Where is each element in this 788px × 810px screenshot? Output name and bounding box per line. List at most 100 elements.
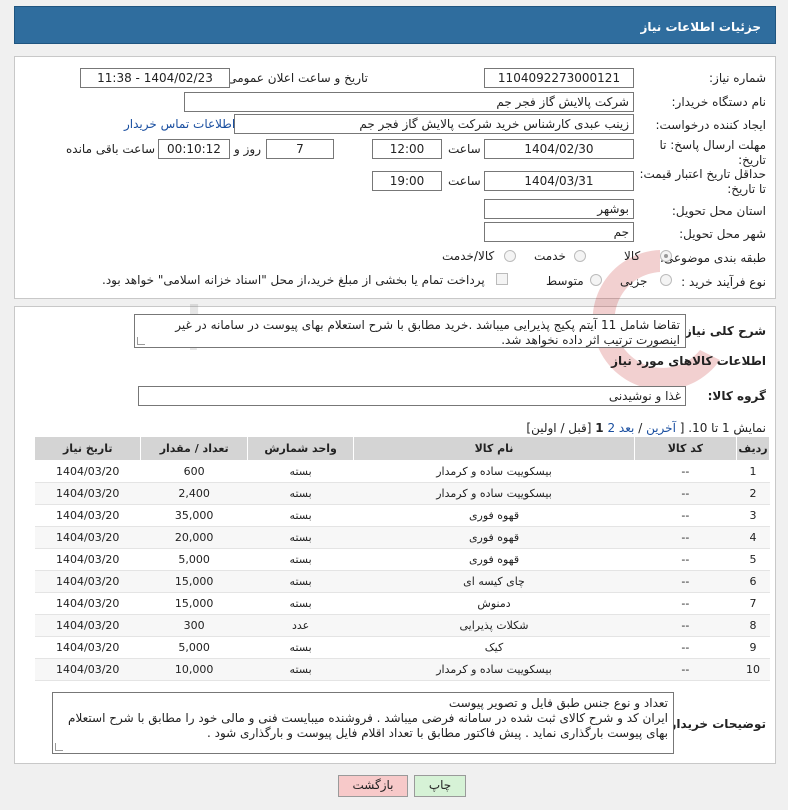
buyer-contact-link[interactable]: اطلاعات تماس خریدار bbox=[124, 117, 235, 131]
cell-unit: بسته bbox=[247, 526, 354, 549]
items-table-header: ردیف کد کالا نام کالا واحد شمارش تعداد /… bbox=[33, 436, 770, 461]
cell-item-name: کیک bbox=[353, 636, 635, 659]
cell-item-name: بیسکوییت ساده و کرمدار bbox=[353, 482, 635, 505]
process-option-medium: متوسط bbox=[546, 274, 584, 288]
category-radio-goods-service[interactable] bbox=[504, 250, 516, 262]
need-number-field: 1104092273000121 bbox=[484, 68, 634, 88]
process-option-minor: جزیی bbox=[620, 274, 648, 288]
remaining-time-label: ساعت باقی مانده bbox=[66, 142, 156, 156]
cell-item-code: -- bbox=[634, 592, 737, 615]
resize-handle[interactable] bbox=[137, 337, 145, 345]
cell-unit: عدد bbox=[247, 614, 354, 637]
buyer-notes-textarea[interactable]: تعداد و نوع جنس طبق فایل و تصویر پیوست ا… bbox=[52, 692, 674, 754]
cell-item-code: -- bbox=[634, 570, 737, 593]
table-row: 6 -- چای کیسه ای بسته 15,000 1404/03/20 bbox=[34, 570, 770, 593]
table-row: 9 -- کیک بسته 5,000 1404/03/20 bbox=[34, 636, 770, 659]
pager-prefix: نمایش 1 تا 10. [ bbox=[679, 421, 766, 435]
process-radio-medium[interactable] bbox=[590, 274, 602, 286]
table-row: 7 -- دمنوش بسته 15,000 1404/03/20 bbox=[34, 592, 770, 615]
cell-quantity: 10,000 bbox=[140, 658, 248, 681]
category-option-service: خدمت bbox=[534, 249, 566, 263]
cell-row-number: 9 bbox=[736, 636, 770, 659]
category-label: طبقه بندی موضوعی: bbox=[659, 251, 766, 265]
cell-row-number: 3 bbox=[736, 504, 770, 527]
cell-unit: بسته bbox=[247, 504, 354, 527]
cell-item-code: -- bbox=[634, 636, 737, 659]
buyer-org-field: شرکت پالایش گاز فجر جم bbox=[184, 92, 634, 112]
creator-field: زینب عبدی کارشناس خرید شرکت پالایش گاز ف… bbox=[234, 114, 634, 134]
category-option-goods: کالا bbox=[624, 249, 641, 263]
province-label: استان محل تحویل: bbox=[671, 204, 766, 218]
cell-item-name: قهوه فوری bbox=[353, 526, 635, 549]
cell-item-name: چای کیسه ای bbox=[353, 570, 635, 593]
treasury-payment-checkbox[interactable] bbox=[496, 273, 508, 285]
goods-group-field: غذا و نوشیدنی bbox=[138, 386, 686, 406]
category-radio-service[interactable] bbox=[574, 250, 586, 262]
validity-date-field: 1404/03/31 bbox=[484, 171, 634, 191]
col-code-header: کد کالا bbox=[633, 436, 738, 461]
cell-quantity: 5,000 bbox=[140, 548, 248, 571]
cell-item-name: دمنوش bbox=[353, 592, 635, 615]
cell-item-code: -- bbox=[634, 482, 737, 505]
cell-item-code: -- bbox=[634, 614, 737, 637]
col-qty-header: تعداد / مقدار bbox=[140, 436, 248, 461]
cell-row-number: 5 bbox=[736, 548, 770, 571]
city-field: جم bbox=[484, 222, 634, 242]
cell-unit: بسته bbox=[247, 570, 354, 593]
process-type-label: نوع فرآیند خرید : bbox=[681, 275, 766, 289]
cell-need-date: 1404/03/20 bbox=[34, 570, 141, 593]
cell-need-date: 1404/03/20 bbox=[34, 658, 141, 681]
buyer-org-label: نام دستگاه خریدار: bbox=[671, 95, 767, 109]
pager-last-link[interactable]: آخرین bbox=[646, 421, 676, 435]
print-button[interactable]: چاپ bbox=[414, 775, 466, 797]
table-row: 8 -- شکلات پذیرایی عدد 300 1404/03/20 bbox=[34, 614, 770, 637]
cell-item-code: -- bbox=[634, 526, 737, 549]
cell-item-code: -- bbox=[634, 460, 737, 483]
cell-row-number: 10 bbox=[736, 658, 770, 681]
days-label: روز و bbox=[234, 142, 261, 156]
cell-need-date: 1404/03/20 bbox=[34, 504, 141, 527]
cell-unit: بسته bbox=[247, 460, 354, 483]
cell-quantity: 600 bbox=[140, 460, 248, 483]
cell-item-name: بیسکوییت ساده و کرمدار bbox=[353, 460, 635, 483]
cell-need-date: 1404/03/20 bbox=[34, 526, 141, 549]
cell-row-number: 7 bbox=[736, 592, 770, 615]
cell-need-date: 1404/03/20 bbox=[34, 592, 141, 615]
buyer-notes-label: توضیحات خریدار: bbox=[664, 717, 766, 731]
col-name-header: نام کالا bbox=[353, 436, 635, 461]
cell-quantity: 15,000 bbox=[140, 592, 248, 615]
page-header: جزئیات اطلاعات نیاز bbox=[14, 6, 776, 44]
announce-date-field: 1404/02/23 - 11:38 bbox=[80, 68, 230, 88]
cell-item-code: -- bbox=[634, 504, 737, 527]
items-table: ردیف کد کالا نام کالا واحد شمارش تعداد /… bbox=[33, 436, 770, 681]
cell-need-date: 1404/03/20 bbox=[34, 548, 141, 571]
cell-quantity: 2,400 bbox=[140, 482, 248, 505]
buyer-notes-line1: تعداد و نوع جنس طبق فایل و تصویر پیوست bbox=[448, 696, 668, 710]
category-radio-goods[interactable] bbox=[660, 250, 672, 262]
remaining-days-field: 7 bbox=[266, 139, 334, 159]
deadline-date-field: 1404/02/30 bbox=[484, 139, 634, 159]
category-option-goods-service: کالا/خدمت bbox=[442, 249, 495, 263]
cell-quantity: 15,000 bbox=[140, 570, 248, 593]
validity-label-line2: تا تاریخ: bbox=[727, 182, 766, 196]
resize-handle[interactable] bbox=[55, 743, 63, 751]
table-row: 2 -- بیسکوییت ساده و کرمدار بسته 2,400 1404/0… bbox=[34, 482, 770, 505]
cell-row-number: 8 bbox=[736, 614, 770, 637]
col-row-header: ردیف bbox=[736, 436, 770, 461]
back-button[interactable]: بازگشت bbox=[338, 775, 408, 797]
cell-item-name: قهوه فوری bbox=[353, 504, 635, 527]
cell-need-date: 1404/03/20 bbox=[34, 460, 141, 483]
col-unit-header: واحد شمارش bbox=[246, 436, 355, 461]
province-field: بوشهر bbox=[484, 199, 634, 219]
pager-next-link[interactable]: بعد bbox=[619, 421, 634, 435]
description-text: تقاضا شامل 11 آیتم پکیج پذیرایی میباشد .… bbox=[175, 318, 680, 347]
cell-item-name: شکلات پذیرایی bbox=[353, 614, 635, 637]
deadline-time-field: 12:00 bbox=[372, 139, 442, 159]
pager-suffix: [قبل / اولین] bbox=[526, 421, 592, 435]
announce-date-label: تاریخ و ساعت اعلان عمومی: bbox=[223, 71, 368, 85]
process-radio-minor[interactable] bbox=[660, 274, 672, 286]
deadline-label-line1: مهلت ارسال پاسخ: تا bbox=[659, 138, 766, 152]
pager-page-1: 1 bbox=[595, 421, 604, 435]
description-textarea[interactable]: تقاضا شامل 11 آیتم پکیج پذیرایی میباشد .… bbox=[134, 314, 686, 348]
pager-page-2[interactable]: 2 bbox=[607, 421, 615, 435]
